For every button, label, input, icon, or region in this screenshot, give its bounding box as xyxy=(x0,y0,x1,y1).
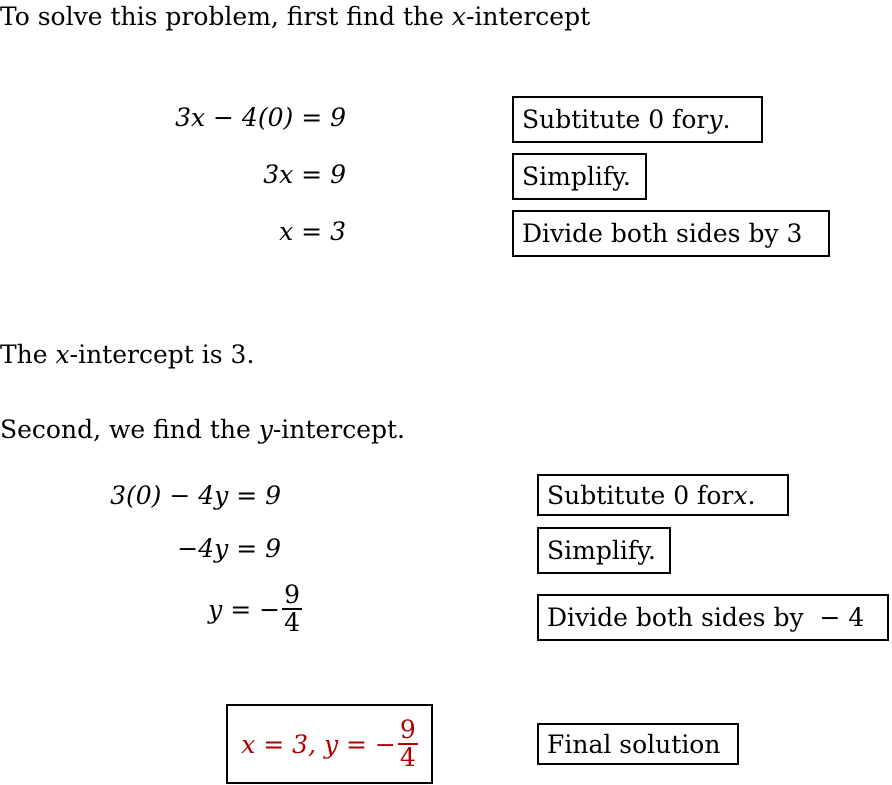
x-intercept-result: The x-intercept is 3. xyxy=(0,342,254,367)
fraction-numerator: 9 xyxy=(399,714,416,744)
final-answer-fraction: 94 xyxy=(397,714,418,772)
step-note-text: Divide both sides by 3 xyxy=(522,219,803,248)
step-note-box: Divide both sides by − 4 xyxy=(537,594,889,641)
fraction-denominator: 4 xyxy=(284,608,300,638)
equation-prefix: y = − xyxy=(208,594,281,624)
intro-text-end: -intercept xyxy=(465,2,591,31)
step-note-end: . xyxy=(722,105,731,134)
intro-variable: x xyxy=(451,2,466,31)
step-note-text: Simplify. xyxy=(547,536,656,565)
intro-text: To solve this problem, first find the xyxy=(0,2,452,31)
step-note-end: . xyxy=(747,480,756,510)
step-note-variable: x xyxy=(733,480,748,510)
fraction: 94 xyxy=(282,580,302,638)
fraction-denominator: 4 xyxy=(399,743,416,772)
step-note-text: Subtitute 0 for xyxy=(522,105,709,134)
step-note-text: Divide both sides by − 4 xyxy=(547,603,865,632)
final-answer-box: x = 3, y = −9 4 xyxy=(226,704,433,784)
step-note-text: Subtitute 0 for xyxy=(547,480,734,510)
equation-step-3: y = −9 4 xyxy=(208,580,302,638)
equation-step-1: 3x − 4(0) = 9 xyxy=(175,103,346,132)
step-note-box: Divide both sides by 3 xyxy=(512,210,830,257)
y-intro-paragraph: Second, we find the y-intercept. xyxy=(0,417,405,442)
result-variable: x xyxy=(55,340,70,369)
y-intro-variable: y xyxy=(258,415,273,444)
step-note-text: Simplify. xyxy=(522,162,631,191)
step-note-box: Simplify. xyxy=(512,153,647,200)
step-note-variable: y xyxy=(708,105,723,134)
final-solution-label: Final solution xyxy=(547,729,721,759)
step-note-box: Simplify. xyxy=(537,527,671,574)
y-intro-text-end: -intercept. xyxy=(272,415,405,444)
final-answer-prefix: x = 3, y = − xyxy=(241,729,396,759)
intro-paragraph: To solve this problem, first find the x-… xyxy=(0,4,590,29)
result-text: The xyxy=(0,340,56,369)
equation-step-3: x = 3 xyxy=(279,217,346,246)
final-solution-label-box: Final solution xyxy=(537,723,739,765)
step-note-box: Subtitute 0 for x. xyxy=(537,474,789,516)
fraction-numerator: 9 xyxy=(284,580,300,609)
y-intro-text: Second, we find the xyxy=(0,415,259,444)
result-text-end: -intercept is 3. xyxy=(69,340,255,369)
equation-step-2: −4y = 9 xyxy=(177,534,281,563)
equation-step-2: 3x = 9 xyxy=(263,160,346,189)
step-note-box: Subtitute 0 for y. xyxy=(512,96,763,143)
equation-step-1: 3(0) − 4y = 9 xyxy=(110,481,281,510)
